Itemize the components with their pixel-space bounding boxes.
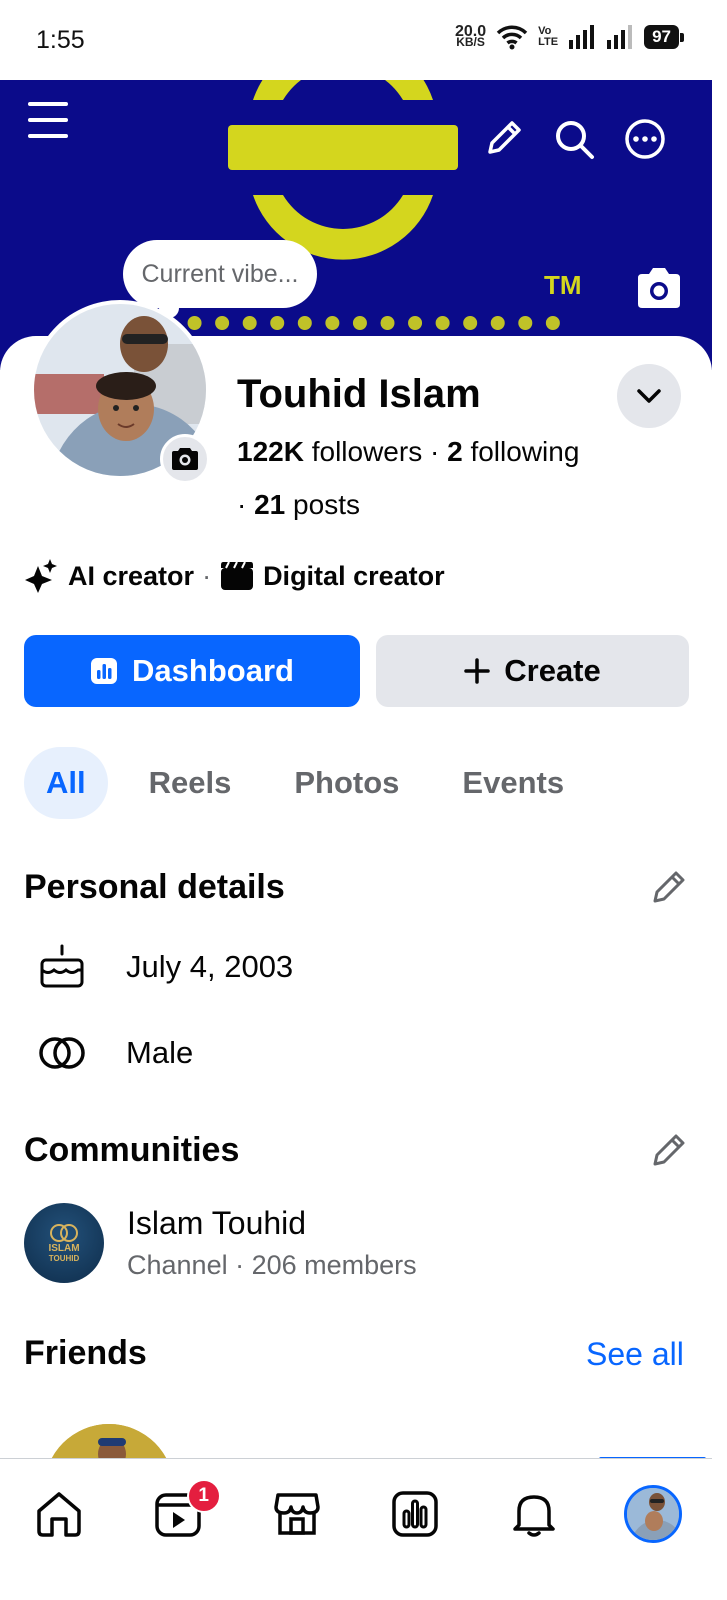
- profile-tabs: All Reels Photos Events: [24, 747, 605, 819]
- profile-dropdown-button[interactable]: [617, 364, 681, 428]
- signal-icon: [569, 25, 595, 49]
- profile-name: Touhid Islam: [237, 372, 481, 416]
- avatar-camera-icon[interactable]: [160, 434, 210, 484]
- dashboard-label: Dashboard: [132, 653, 294, 688]
- separator-dot: ·: [429, 436, 440, 467]
- dashboard-button[interactable]: Dashboard: [24, 635, 360, 707]
- follow-stats: 122K followers · 2 following: [237, 436, 579, 468]
- followers-label[interactable]: followers: [312, 436, 422, 467]
- bottom-nav: 1: [0, 1458, 712, 1600]
- nav-reels[interactable]: 1: [119, 1459, 238, 1569]
- personal-details-title: Personal details: [24, 868, 285, 906]
- posts-label: posts: [293, 489, 360, 520]
- status-indicators: 20.0 KB/S Vo LTE 97: [454, 23, 684, 50]
- posts-stats: · 21 posts: [237, 489, 360, 521]
- tab-all[interactable]: All: [24, 747, 108, 819]
- nav-profile[interactable]: [593, 1459, 712, 1569]
- chevron-down-icon: [637, 389, 661, 403]
- friends-title: Friends: [24, 1334, 147, 1372]
- see-all-friends-link[interactable]: See all: [586, 1336, 684, 1373]
- reels-badge: 1: [186, 1479, 221, 1513]
- more-options-icon[interactable]: [624, 118, 666, 160]
- insights-icon: [392, 1491, 439, 1537]
- community-meta: Channel · 206 members: [127, 1250, 417, 1280]
- posts-count: 21: [254, 489, 286, 520]
- clapperboard-icon: [221, 561, 254, 590]
- plus-icon: [464, 658, 490, 684]
- creator-tags: AI creator · Digital creator: [24, 558, 445, 594]
- status-bar: 1:55 20.0 KB/S Vo LTE 97: [0, 0, 727, 80]
- creator-tag-digital: Digital creator: [263, 560, 445, 591]
- nav-home[interactable]: [0, 1459, 119, 1569]
- nav-profile-avatar: [623, 1485, 682, 1543]
- community-item[interactable]: ISLAM TOUHID Islam Touhid Channel · 206 …: [24, 1203, 417, 1283]
- create-button[interactable]: Create: [376, 635, 689, 707]
- sparkles-icon: [25, 559, 57, 593]
- creator-tag-ai: AI creator: [68, 560, 195, 591]
- bell-icon: [513, 1495, 555, 1537]
- create-label: Create: [504, 653, 601, 688]
- signal-icon: [607, 25, 633, 49]
- nav-marketplace[interactable]: [237, 1459, 356, 1569]
- birthday-text: July 4, 2003: [126, 949, 294, 984]
- cover-camera-icon[interactable]: [634, 266, 684, 310]
- community-logo-icon: [50, 1224, 78, 1242]
- battery-indicator: 97: [644, 25, 684, 49]
- current-vibe-bubble[interactable]: Current vibe...: [123, 240, 317, 318]
- separator-dot: ·: [202, 560, 212, 591]
- birthday-row: July 4, 2003: [38, 944, 293, 990]
- birthday-cake-icon: [40, 944, 84, 988]
- edit-communities-icon[interactable]: [650, 1131, 688, 1169]
- nav-dashboard[interactable]: [356, 1459, 475, 1569]
- gender-icon: [39, 1037, 85, 1069]
- community-avatar: ISLAM TOUHID: [24, 1203, 104, 1283]
- communities-title: Communities: [24, 1131, 240, 1169]
- tab-events[interactable]: Events: [440, 747, 586, 819]
- separator-dot: ·: [237, 489, 247, 520]
- volte-indicator: Vo LTE: [538, 25, 559, 48]
- tab-reels[interactable]: Reels: [127, 747, 254, 819]
- dashboard-icon: [91, 658, 118, 684]
- network-speed: 20.0 KB/S: [454, 23, 487, 49]
- following-label[interactable]: following: [470, 436, 579, 467]
- gender-text: Male: [126, 1035, 194, 1070]
- edit-icon[interactable]: [484, 118, 524, 158]
- search-icon[interactable]: [553, 118, 595, 160]
- gender-row: Male: [38, 1033, 193, 1073]
- followers-count[interactable]: 122K: [237, 436, 304, 467]
- home-icon: [37, 1492, 82, 1537]
- marketplace-icon: [273, 1493, 320, 1535]
- cover-tm-mark: TM: [544, 270, 582, 300]
- following-count[interactable]: 2: [447, 436, 463, 467]
- community-name: Islam Touhid: [127, 1205, 307, 1241]
- edit-personal-details-icon[interactable]: [650, 868, 688, 906]
- menu-icon[interactable]: [26, 100, 70, 140]
- wifi-icon: [496, 25, 528, 50]
- tab-photos[interactable]: Photos: [272, 747, 421, 819]
- status-time: 1:55: [36, 26, 85, 54]
- nav-notifications[interactable]: [475, 1459, 594, 1569]
